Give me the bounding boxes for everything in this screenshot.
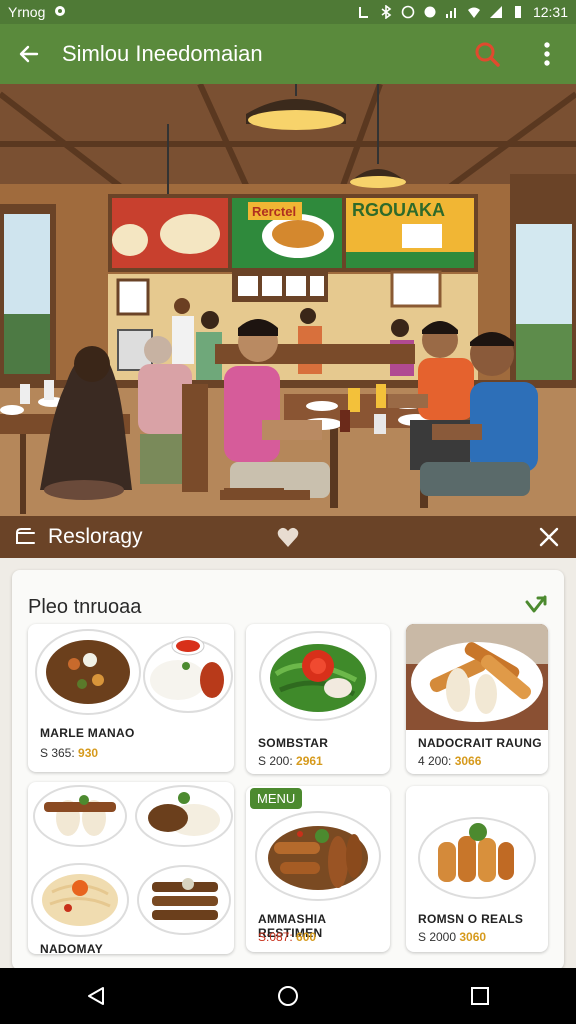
sheet-header: Resloragy — [0, 516, 576, 558]
nav-home-icon — [278, 986, 298, 1006]
back-button[interactable] — [14, 39, 44, 69]
nav-home-button[interactable] — [268, 976, 308, 1016]
restaurant-hero-image: Rerctel RGOUAKA — [0, 84, 576, 516]
dish-image — [418, 817, 536, 899]
clock: 12:31 — [532, 4, 568, 20]
panel-title: Pleo tnruoaa — [28, 596, 142, 618]
content-sheet: Pleo tnruoaa MARLE MANAO S 365: 930 SOMB… — [0, 558, 576, 970]
nav-recents-button[interactable] — [460, 976, 500, 1016]
nav-recents-icon — [471, 987, 489, 1005]
carrier-label: Yrnog — [8, 4, 46, 20]
battery-icon — [514, 6, 521, 18]
dish-image — [35, 629, 233, 715]
card-price: S 365: 930 — [40, 746, 99, 760]
nfc-icon — [358, 7, 368, 18]
card-price: 4 200: 3066 — [418, 754, 482, 768]
card-name: MARLE MANAO — [40, 726, 135, 740]
more-vert-icon — [544, 42, 550, 66]
check-icon[interactable] — [524, 594, 548, 616]
card-name: ROMSN O REALS — [418, 912, 524, 926]
data-saver-icon — [424, 6, 436, 18]
nav-back-icon — [88, 987, 104, 1005]
menu-card[interactable]: NADOMAY — [28, 782, 234, 954]
bookmark-icon[interactable] — [14, 525, 38, 549]
vibrate-icon — [401, 5, 415, 19]
system-nav-bar — [0, 968, 576, 1024]
sign-text: RGOUAKA — [352, 200, 445, 220]
dish-image — [31, 785, 233, 937]
app-bar: Simlou Ineedomaian — [0, 24, 576, 84]
menu-card[interactable]: SOMBSTAR S 200: 2961 — [246, 624, 390, 774]
wifi-icon — [467, 7, 480, 18]
dish-image — [406, 624, 548, 730]
back-arrow-icon — [19, 45, 39, 63]
app-title: Simlou Ineedomaian — [62, 41, 263, 66]
sign-tag: Rerctel — [252, 204, 296, 219]
restaurant-illustration: Rerctel RGOUAKA — [0, 84, 576, 516]
card-price: S 200: 2961 — [258, 754, 323, 768]
heart-icon[interactable] — [276, 526, 300, 548]
menu-card[interactable]: MARLE MANAO S 365: 930 — [28, 624, 234, 772]
menu-card[interactable]: ROMSN O REALS S 2000 3060 — [406, 786, 548, 952]
menu-card[interactable]: MENU AMMASHIA RESTIMEN S:087: 600 — [246, 786, 390, 952]
card-price: S 2000 3060 — [418, 930, 487, 944]
cell-signal-icon — [489, 6, 502, 18]
menu-card[interactable]: NADOCRAIT RAUNG 4 200: 3066 — [406, 624, 548, 774]
signal-icon — [445, 8, 456, 18]
card-price: S:087: 600 — [258, 930, 317, 944]
menu-badge: MENU — [250, 788, 303, 809]
close-icon[interactable] — [538, 526, 560, 548]
status-bar: Yrnog 12:31 — [0, 0, 576, 24]
nav-back-button[interactable] — [76, 976, 116, 1016]
search-icon — [475, 42, 500, 67]
menu-panel: Pleo tnruoaa MARLE MANAO S 365: 930 SOMB… — [12, 570, 564, 970]
card-name: SOMBSTAR — [258, 736, 329, 750]
card-name: NADOMAY — [40, 942, 103, 954]
dish-image — [259, 631, 377, 721]
search-button[interactable] — [472, 39, 502, 69]
location-icon — [55, 6, 66, 16]
bluetooth-icon — [381, 5, 392, 19]
sheet-title: Resloragy — [48, 525, 143, 548]
card-name: NADOCRAIT RAUNG — [418, 736, 542, 750]
more-options-button[interactable] — [532, 39, 562, 69]
